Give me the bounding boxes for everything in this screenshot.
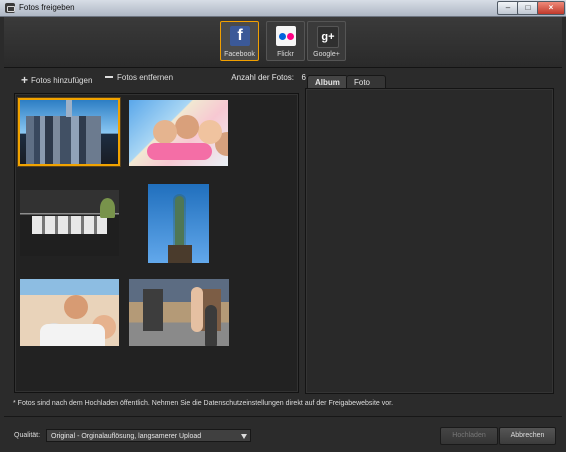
- family-photo: [20, 279, 119, 346]
- restaurant-thumbnail[interactable]: [20, 190, 119, 256]
- google-plus-label: Google+: [313, 51, 340, 58]
- service-selector: f Facebook Flickr g+ Google+: [4, 17, 562, 68]
- privacy-notice: * Fotos sind nach dem Hochladen öffentli…: [13, 400, 394, 407]
- tab-album[interactable]: Album: [307, 75, 348, 89]
- friends-thumbnail[interactable]: [129, 100, 228, 166]
- flickr-label: Flickr: [277, 51, 294, 58]
- statue-thumbnail[interactable]: [148, 184, 209, 263]
- window-title: Fotos freigeben: [19, 3, 75, 12]
- flickr-icon: [276, 26, 296, 46]
- upload-button[interactable]: Hochladen: [440, 427, 498, 445]
- flickr-service-button[interactable]: Flickr: [266, 21, 305, 61]
- minimize-button[interactable]: –: [497, 1, 519, 15]
- facebook-icon: f: [230, 26, 250, 46]
- close-button[interactable]: ×: [537, 1, 565, 15]
- tab-foto[interactable]: Foto: [346, 75, 386, 89]
- quality-dropdown[interactable]: Original - Orginalauflösung, langsamerer…: [46, 429, 251, 442]
- cancel-button[interactable]: Abbrechen: [499, 427, 556, 445]
- footer-divider: [4, 416, 562, 417]
- friends-photo: [129, 100, 228, 166]
- city-skyline-photo: [20, 100, 118, 164]
- remove-photos-action[interactable]: Fotos entfernen: [105, 73, 173, 82]
- google-plus-service-button[interactable]: g+ Google+: [307, 21, 346, 61]
- plus-icon: +: [21, 73, 29, 87]
- add-photos-action[interactable]: + Fotos hinzufügen: [21, 73, 92, 87]
- street-photo: [129, 279, 229, 346]
- chevron-down-icon: [241, 434, 247, 439]
- remove-photos-label: Fotos entfernen: [117, 73, 174, 82]
- camera-app-icon: [5, 3, 15, 13]
- facebook-label: Facebook: [224, 51, 255, 58]
- photo-grid: [14, 93, 299, 393]
- title-bar: Fotos freigeben – □ ×: [0, 0, 566, 17]
- add-photos-label: Fotos hinzufügen: [31, 76, 93, 85]
- maximize-button[interactable]: □: [517, 1, 539, 15]
- google-plus-icon: g+: [317, 26, 339, 48]
- album-panel: [305, 88, 554, 394]
- photo-count-label: Anzahl der Fotos:: [231, 73, 294, 82]
- quality-label: Qualität:: [14, 432, 41, 439]
- photo-toolbar: + Fotos hinzufügen Fotos entfernen Anzahl…: [4, 68, 562, 88]
- street-thumbnail[interactable]: [129, 279, 229, 346]
- quality-value: Original - Orginalauflösung, langsamerer…: [51, 433, 202, 440]
- facebook-service-button[interactable]: f Facebook: [220, 21, 259, 61]
- family-thumbnail[interactable]: [20, 279, 119, 346]
- minus-icon: [105, 76, 113, 78]
- photo-count-value: 6: [301, 73, 306, 82]
- city-skyline-thumbnail[interactable]: [18, 98, 120, 166]
- restaurant-photo: [20, 190, 119, 256]
- statue-photo: [148, 184, 209, 263]
